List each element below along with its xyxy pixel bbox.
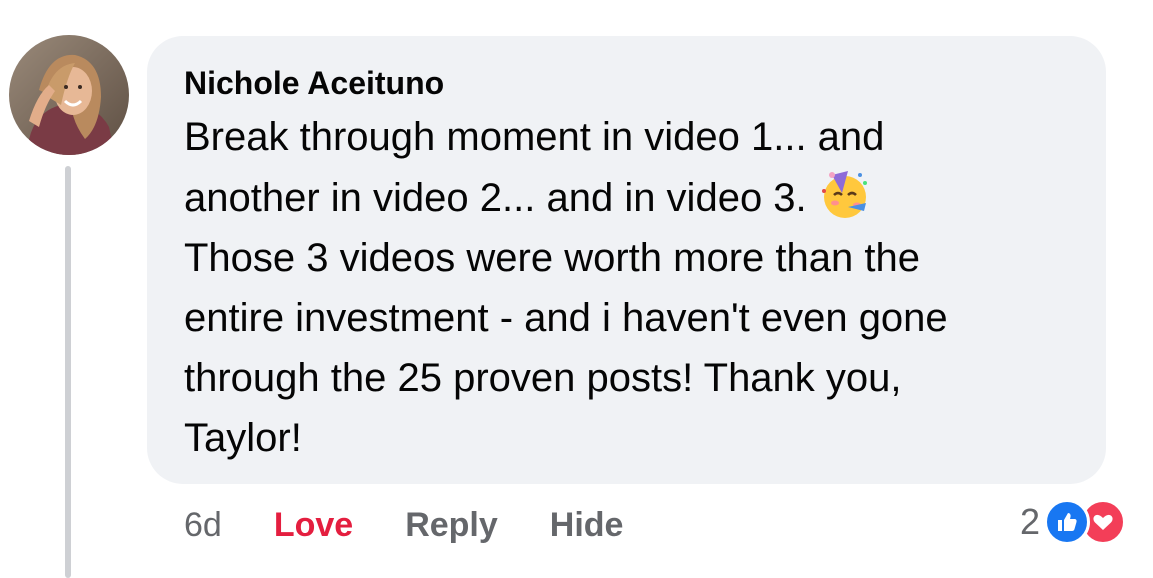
- comment-line: Taylor!: [184, 416, 302, 460]
- comment-line: Those 3 videos were worth more than the: [184, 236, 920, 280]
- comment-timestamp[interactable]: 6d: [184, 500, 222, 550]
- comment-text: Break through moment in video 1... and a…: [184, 107, 1084, 468]
- avatar[interactable]: [9, 35, 129, 155]
- partying-face-emoji-icon: [818, 167, 872, 221]
- reaction-summary[interactable]: 2: [1020, 497, 1127, 547]
- comment-line: through the 25 proven posts! Thank you,: [184, 356, 902, 400]
- hide-button[interactable]: Hide: [550, 500, 624, 550]
- love-button[interactable]: Love: [274, 500, 353, 550]
- comment-author-name[interactable]: Nichole Aceituno: [184, 64, 444, 102]
- comment-line: Break through moment in video 1... and: [184, 115, 885, 159]
- comment-line-with-emoji: another in video 2... and in video 3.: [184, 167, 1084, 228]
- reply-button[interactable]: Reply: [405, 500, 498, 550]
- comment-bubble: Nichole Aceituno Break through moment in…: [147, 36, 1106, 484]
- comment-line: entire investment - and i haven't even g…: [184, 296, 948, 340]
- reaction-count: 2: [1020, 501, 1041, 542]
- like-icon: [1044, 499, 1091, 545]
- thread-line: [65, 166, 71, 578]
- comment-line: another in video 2... and in video 3.: [184, 176, 807, 220]
- comment-actions: 6d Love Reply Hide: [184, 500, 623, 550]
